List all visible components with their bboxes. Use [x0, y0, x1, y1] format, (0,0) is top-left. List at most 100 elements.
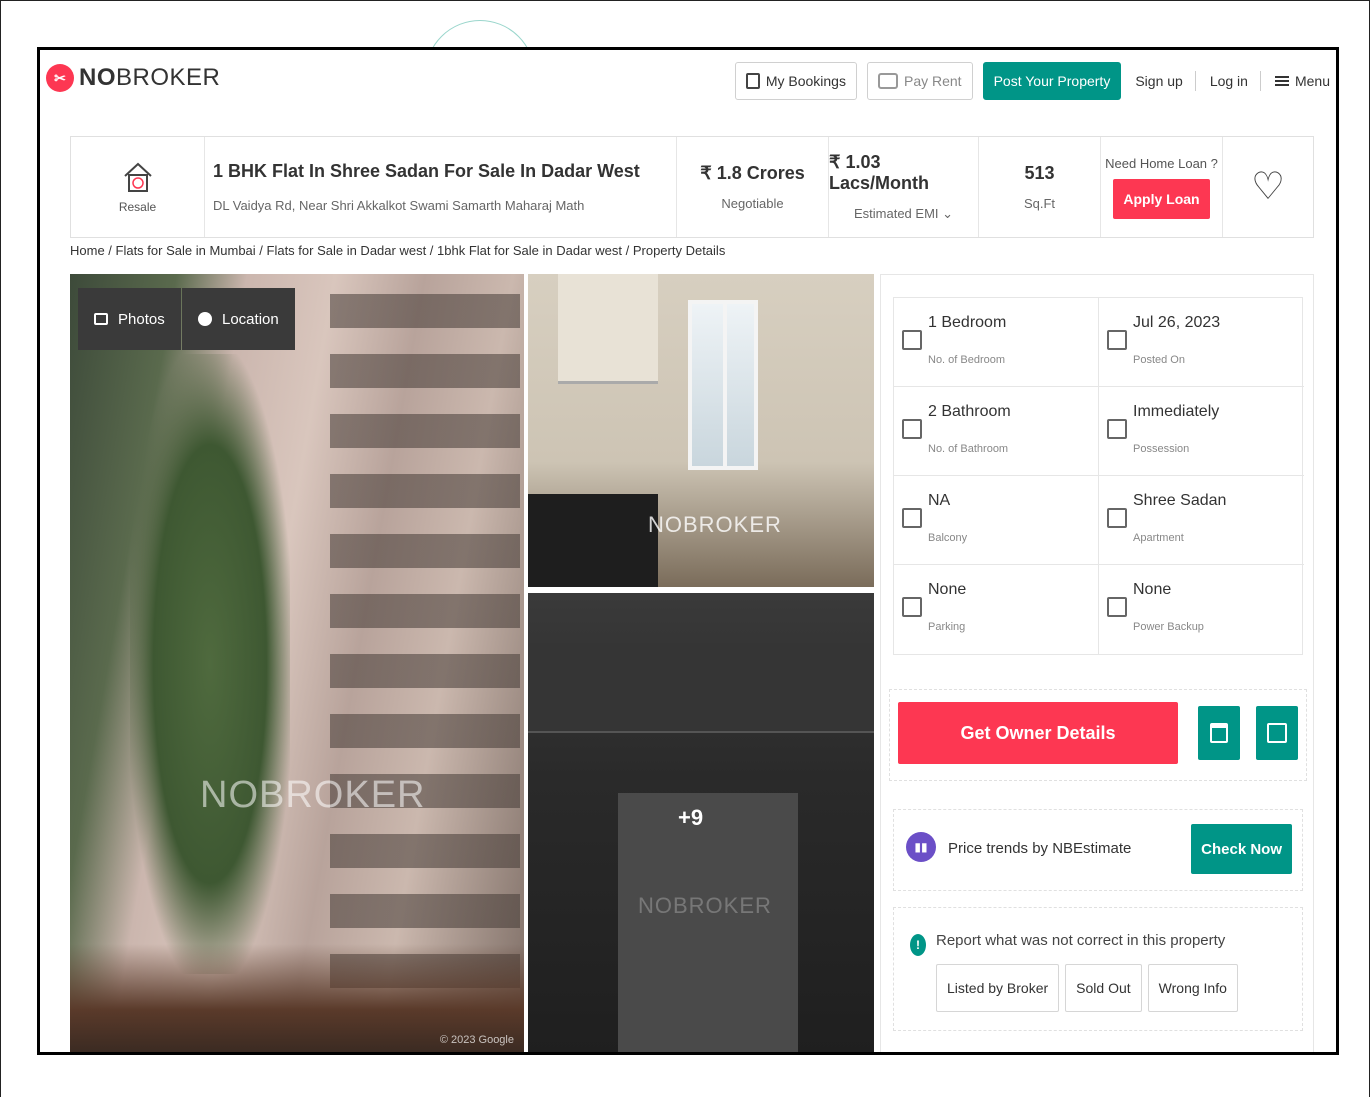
- nav-divider: [1259, 71, 1261, 91]
- post-property-button[interactable]: Post Your Property: [982, 62, 1122, 100]
- property-title: 1 BHK Flat In Shree Sadan For Sale In Da…: [213, 161, 640, 181]
- photos-label: Photos: [118, 310, 165, 328]
- detail-label: Balcony: [928, 532, 968, 544]
- price-value: ₹ 1.8 Crores: [700, 163, 805, 183]
- details-grid: 1 Bedroom No. of Bedroom Jul 26, 2023 Po…: [893, 297, 1304, 655]
- appliance-shape: [618, 793, 798, 1052]
- property-address: DL Vaidya Rd, Near Shri Akkalkot Swami S…: [213, 198, 585, 213]
- nav-divider: [1194, 71, 1196, 91]
- detail-value: NA: [928, 492, 951, 509]
- detail-bathroom: 2 Bathroom No. of Bathroom: [894, 387, 1099, 476]
- photos-button[interactable]: Photos: [78, 288, 181, 350]
- top-navbar: ✂ NOBROKER My Bookings Pay Rent Post You…: [40, 50, 1336, 122]
- kitchen-cabinet: [558, 274, 658, 384]
- header-nav: My Bookings Pay Rent Post Your Property …: [725, 62, 1330, 100]
- price-cell: ₹ 1.8 Crores Negotiable: [677, 137, 829, 237]
- detail-label: Possession: [1133, 443, 1190, 455]
- resale-label: Resale: [118, 200, 157, 214]
- log-in-link[interactable]: Log in: [1210, 73, 1248, 89]
- loan-question: Need Home Loan ?: [1105, 155, 1218, 171]
- alert-icon: !: [910, 934, 926, 956]
- detail-value: None: [1133, 581, 1172, 598]
- photo-watermark: NOBROKER: [200, 774, 426, 816]
- browser-viewport: ✂ NOBROKER My Bookings Pay Rent Post You…: [37, 47, 1339, 1055]
- detail-label: Power Backup: [1133, 621, 1204, 633]
- detail-label: No. of Bathroom: [928, 443, 1009, 455]
- chat-button[interactable]: [1256, 706, 1298, 760]
- emi-dropdown[interactable]: Estimated EMI ⌄: [854, 206, 953, 222]
- main-property-photo[interactable]: Photos Location NOBROKER © 2023 Google: [70, 274, 524, 1052]
- calendar-icon: [1107, 330, 1127, 350]
- hamburger-icon: [1274, 76, 1289, 86]
- card-icon: [877, 73, 898, 89]
- detail-label: No. of Bedroom: [928, 354, 1006, 366]
- logo-wordmark: NOBROKER: [79, 64, 221, 91]
- building-icon: [1107, 508, 1127, 528]
- location-label: Location: [222, 310, 279, 328]
- calendar-icon: [1210, 723, 1228, 743]
- kitchen-counter: [528, 494, 658, 587]
- sold-out-button[interactable]: Sold Out: [1065, 964, 1142, 1012]
- bed-icon: [902, 330, 922, 350]
- menu-button[interactable]: Menu: [1274, 73, 1330, 89]
- schedule-visit-button[interactable]: [1198, 706, 1240, 760]
- check-now-button[interactable]: Check Now: [1191, 824, 1292, 874]
- detail-balcony: NA Balcony: [894, 476, 1099, 565]
- title-cell: 1 BHK Flat In Shree Sadan For Sale In Da…: [205, 137, 677, 237]
- apply-loan-button[interactable]: Apply Loan: [1113, 178, 1210, 219]
- detail-value: 1 Bedroom: [928, 314, 1007, 331]
- bath-icon: [902, 419, 922, 439]
- kitchen-photo[interactable]: NOBROKER: [528, 274, 874, 587]
- pay-rent-label: Pay Rent: [903, 73, 962, 89]
- detail-parking: None Parking: [894, 565, 1099, 654]
- detail-possession: Immediately Possession: [1099, 387, 1304, 476]
- loan-cell: Need Home Loan ? Apply Loan: [1101, 137, 1223, 237]
- area-unit: Sq.Ft: [1023, 196, 1056, 211]
- detail-value: Jul 26, 2023: [1133, 314, 1221, 331]
- breadcrumb[interactable]: Home / Flats for Sale in Mumbai / Flats …: [70, 243, 725, 258]
- building-windows: [330, 294, 520, 1014]
- photo-copyright: © 2023 Google: [439, 1034, 514, 1046]
- shelf-shape: [528, 643, 874, 733]
- post-property-label: Post Your Property: [993, 73, 1111, 89]
- balcony-icon: [902, 508, 922, 528]
- price-trend-text: Price trends by NBEstimate: [948, 840, 1132, 857]
- sign-up-link[interactable]: Sign up: [1135, 73, 1182, 89]
- owner-actions: Get Owner Details: [889, 689, 1307, 781]
- my-bookings-label: My Bookings: [765, 73, 846, 89]
- emi-value: ₹ 1.03 Lacs/Month: [829, 152, 930, 193]
- detail-apartment: Shree Sadan Apartment: [1099, 476, 1304, 565]
- house-rupee-icon: [123, 162, 152, 192]
- key-icon: [1107, 419, 1127, 439]
- detail-value: 2 Bathroom: [928, 403, 1011, 420]
- property-summary-bar: Resale 1 BHK Flat In Shree Sadan For Sal…: [70, 136, 1314, 238]
- detail-posted-on: Jul 26, 2023 Posted On: [1099, 298, 1304, 387]
- listed-by-broker-button[interactable]: Listed by Broker: [936, 964, 1060, 1012]
- heart-icon[interactable]: ♡: [1251, 168, 1285, 206]
- chat-icon: [1267, 723, 1287, 743]
- detail-label: Posted On: [1133, 354, 1185, 366]
- get-owner-details-button[interactable]: Get Owner Details: [898, 702, 1178, 764]
- photo-watermark: NOBROKER: [648, 512, 782, 537]
- pay-rent-button[interactable]: Pay Rent: [866, 62, 973, 100]
- my-bookings-button[interactable]: My Bookings: [734, 62, 857, 100]
- detail-value: Immediately: [1133, 403, 1220, 420]
- price-trend-card: ▮▮ Price trends by NBEstimate Check Now: [893, 809, 1303, 891]
- detail-bedroom: 1 Bedroom No. of Bedroom: [894, 298, 1099, 387]
- price-note: Negotiable: [721, 196, 784, 211]
- location-button[interactable]: Location: [182, 288, 295, 350]
- detail-label: Parking: [928, 621, 966, 633]
- chart-icon: ▮▮: [906, 832, 936, 862]
- property-details-panel: 1 Bedroom No. of Bedroom Jul 26, 2023 Po…: [880, 274, 1314, 1052]
- area-value: 513: [1024, 163, 1055, 183]
- resale-cell: Resale: [71, 137, 205, 237]
- favorite-cell: ♡: [1223, 137, 1313, 237]
- location-icon: [198, 312, 212, 326]
- report-text: Report what was not correct in this prop…: [936, 932, 1226, 949]
- wrong-info-button[interactable]: Wrong Info: [1147, 964, 1238, 1012]
- more-photos-count: +9: [678, 805, 704, 830]
- photo-watermark: NOBROKER: [638, 893, 772, 918]
- report-tags: Listed by Broker Sold Out Wrong Info: [936, 964, 1238, 1012]
- more-photos-tile[interactable]: +9 NOBROKER: [528, 593, 874, 1052]
- nobroker-logo[interactable]: ✂ NOBROKER: [46, 64, 220, 92]
